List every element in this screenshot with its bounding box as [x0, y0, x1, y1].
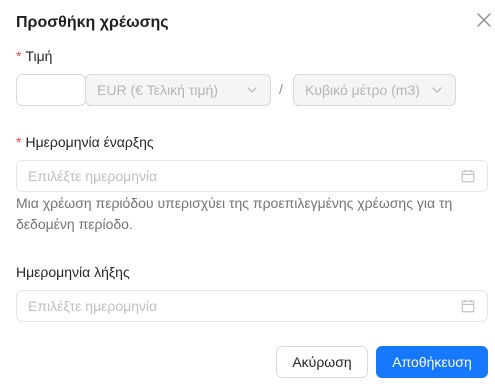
unit-select[interactable]: Κυβικό μέτρο (m3) — [293, 74, 456, 106]
end-date-label: Ημερομηνία λήξης — [16, 264, 130, 280]
start-date-picker[interactable]: Επιλέξτε ημερομηνία — [16, 160, 488, 192]
calendar-icon — [461, 169, 475, 183]
dialog-title: Προσθήκη χρέωσης — [16, 14, 169, 31]
chevron-down-icon — [247, 87, 257, 93]
start-date-label-text: Ημερομηνία έναρξης — [25, 134, 154, 150]
cancel-button[interactable]: Ακύρωση — [276, 346, 368, 378]
price-label-text: Τιμή — [25, 48, 53, 64]
start-date-placeholder: Επιλέξτε ημερομηνία — [28, 168, 158, 184]
end-date-placeholder: Επιλέξτε ημερομηνία — [28, 298, 158, 314]
end-date-picker[interactable]: Επιλέξτε ημερομηνία — [16, 290, 488, 322]
close-button[interactable] — [474, 10, 494, 30]
unit-selected: Κυβικό μέτρο (m3) — [305, 82, 420, 98]
start-date-help: Μια χρέωση περιόδου υπερισχύει της προεπ… — [16, 195, 453, 232]
price-input[interactable] — [16, 74, 86, 106]
add-charge-dialog: Προσθήκη χρέωσης * Τιμή EUR (€ Τελική τιμ… — [0, 0, 495, 392]
unit-separator: / — [279, 81, 283, 97]
required-mark: * — [16, 134, 22, 150]
save-button[interactable]: Αποθήκευση — [376, 346, 488, 378]
start-date-label: * Ημερομηνία έναρξης — [16, 133, 154, 151]
required-mark: * — [16, 48, 22, 64]
chevron-down-icon — [432, 87, 442, 93]
close-icon — [477, 13, 491, 27]
calendar-icon — [461, 299, 475, 313]
currency-select[interactable]: EUR (€ Τελική τιμή) — [85, 74, 271, 106]
price-label: * Τιμή — [16, 47, 52, 65]
currency-selected: EUR (€ Τελική τιμή) — [97, 82, 218, 98]
